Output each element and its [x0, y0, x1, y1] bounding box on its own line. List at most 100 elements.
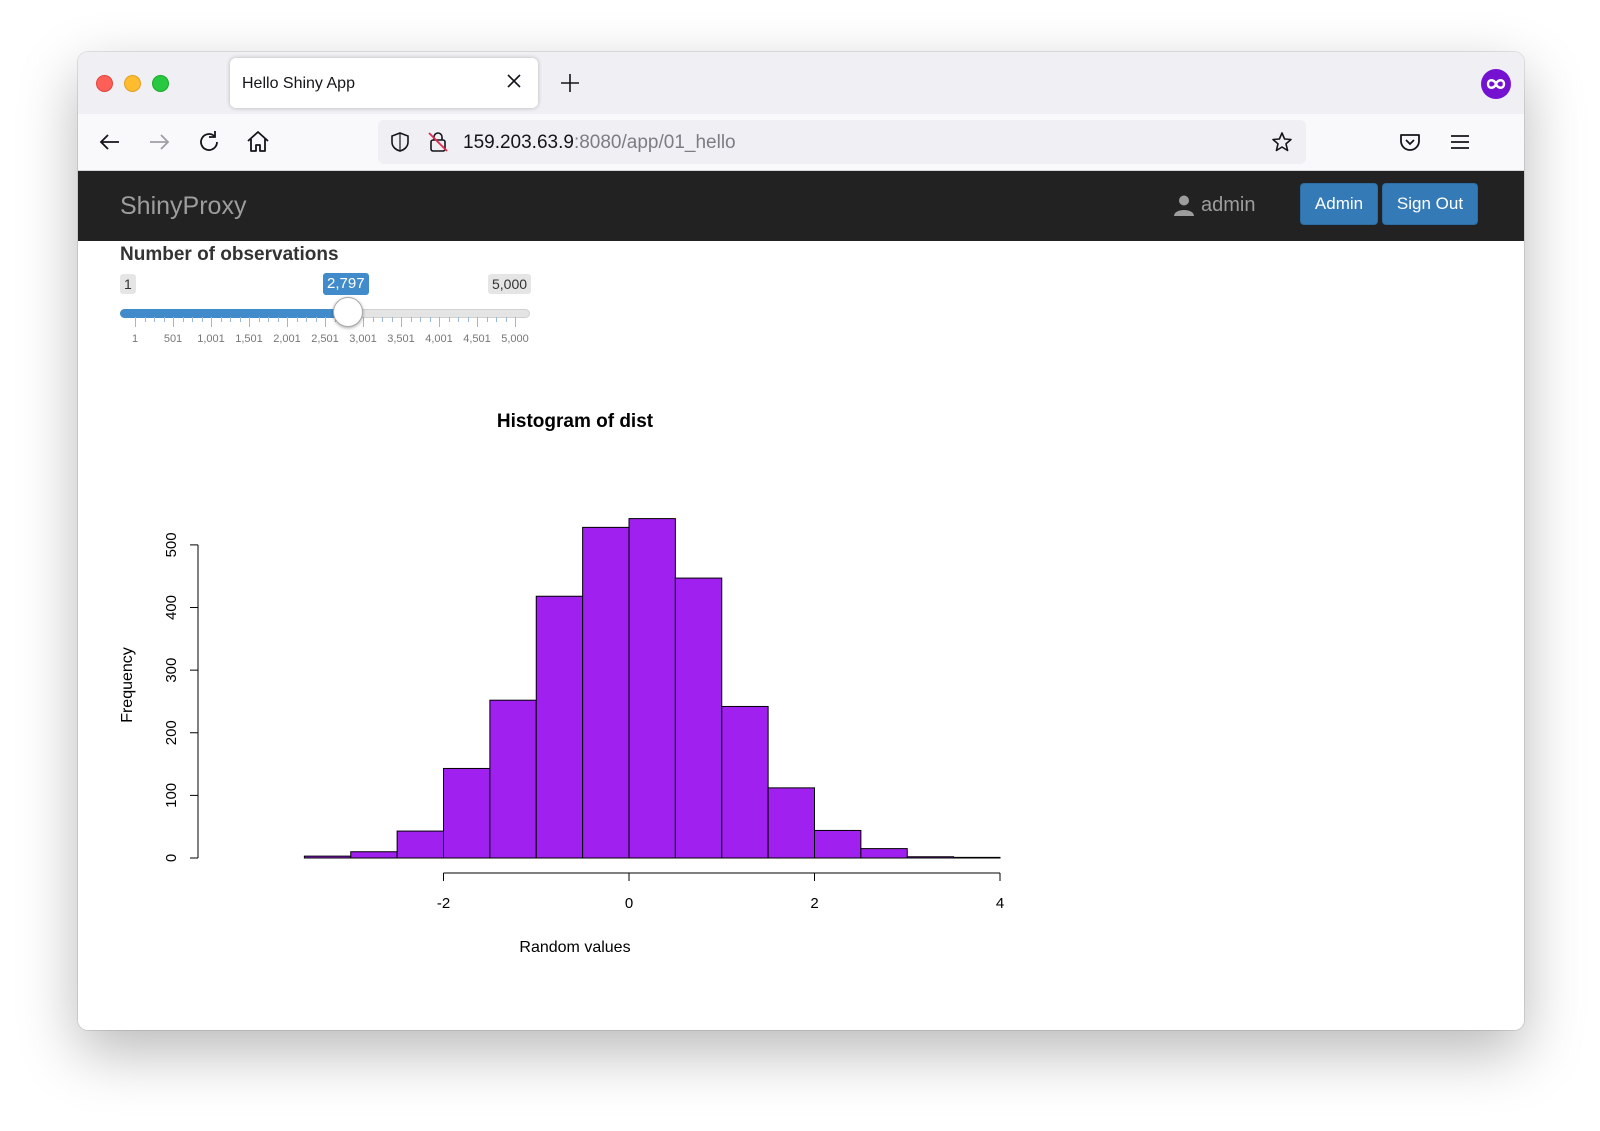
slider-minor-tick	[306, 317, 307, 322]
back-arrow-icon[interactable]	[96, 128, 124, 156]
user-name: admin	[1201, 194, 1256, 216]
slider-minor-tick	[410, 317, 412, 322]
histogram-bar	[489, 699, 537, 859]
x-tick-label: 2	[810, 895, 818, 912]
y-tick-label: 0	[163, 854, 180, 862]
slider-minor-tick	[467, 317, 469, 322]
slider-minor-tick	[182, 317, 184, 322]
slider-major-tick	[363, 317, 364, 327]
slider-tick-label: 2,001	[273, 333, 301, 345]
slider-minor-tick	[144, 317, 146, 322]
slider-minor-tick	[192, 317, 193, 322]
slider-minor-tick	[277, 317, 279, 322]
url-path: :8080/app/01_hello	[573, 132, 736, 153]
slider-minor-tick	[372, 317, 374, 322]
y-tick-label: 200	[163, 720, 180, 745]
slider-minor-tick	[258, 317, 260, 322]
chart-title: Histogram of dist	[497, 411, 654, 432]
slider-major-tick	[439, 317, 440, 327]
plus-icon[interactable]	[558, 71, 582, 95]
app-content: Number of observations 1 5,000 2,797 His…	[78, 241, 1524, 1030]
slider-minor-tick	[239, 317, 241, 322]
y-tick-label: 100	[163, 783, 180, 808]
sign-out-button[interactable]: Sign Out	[1382, 183, 1478, 225]
slider-minor-tick	[505, 317, 507, 322]
histogram-chart: Histogram of dist Random values Frequenc…	[119, 411, 1004, 956]
x-tick-label: -2	[437, 895, 450, 912]
histogram-bar	[674, 577, 723, 859]
reload-icon[interactable]	[195, 128, 223, 156]
pocket-icon[interactable]	[1396, 128, 1424, 156]
minimize-window-button[interactable]	[124, 75, 141, 92]
slider-tick-label: 5,000	[501, 333, 529, 345]
home-icon[interactable]	[244, 128, 272, 156]
tab-bar: Hello Shiny App	[78, 52, 1524, 114]
slider-minor-tick	[154, 317, 155, 322]
slider-minor-tick	[315, 317, 317, 322]
x-tick-label: 0	[625, 895, 633, 912]
bookmark-star-icon[interactable]	[1270, 130, 1294, 154]
y-tick-label: 300	[163, 658, 180, 683]
histogram-bar	[582, 526, 630, 859]
url-bar[interactable]: 159.203.63.9:8080/app/01_hello	[378, 120, 1306, 164]
slider-minor-tick	[391, 317, 393, 322]
slider-tick-label: 4,001	[425, 333, 453, 345]
slider-minor-tick	[220, 317, 222, 322]
forward-arrow-icon[interactable]	[145, 128, 173, 156]
histogram-bar	[860, 848, 908, 859]
zoom-window-button[interactable]	[152, 75, 169, 92]
slider-minor-tick	[486, 317, 488, 322]
slider-major-tick	[211, 317, 212, 327]
slider-major-tick	[173, 317, 174, 327]
slider-minor-tick	[268, 317, 269, 322]
tab-title: Hello Shiny App	[242, 75, 355, 92]
brand-link[interactable]: ShinyProxy	[120, 192, 246, 221]
browser-window: Hello Shiny App 159.203.63.9:8080/app/01…	[78, 52, 1524, 1030]
tab-hello-shiny-app[interactable]: Hello Shiny App	[230, 58, 538, 108]
histogram-bar	[350, 851, 398, 859]
slider-min-label: 1	[120, 274, 136, 294]
slider-minor-tick	[382, 317, 383, 322]
slider-value-label: 2,797	[323, 273, 369, 295]
histogram-bar	[628, 518, 676, 859]
slider-tick-label: 4,501	[463, 333, 491, 345]
slider-major-tick	[249, 317, 250, 327]
histogram-bar	[721, 705, 769, 859]
histogram-bar	[396, 830, 444, 859]
slider-max-label: 5,000	[488, 274, 532, 294]
slider-minor-tick	[230, 317, 231, 322]
close-icon[interactable]	[502, 69, 526, 93]
slider-tick-label: 3,001	[349, 333, 377, 345]
slider-minor-tick	[458, 317, 459, 322]
slider-minor-tick	[420, 317, 421, 322]
slider-minor-tick	[163, 317, 165, 322]
hamburger-menu-icon[interactable]	[1446, 128, 1474, 156]
insecure-lock-icon[interactable]	[426, 130, 450, 154]
admin-button[interactable]: Admin	[1300, 183, 1378, 225]
histogram-bar	[953, 856, 1001, 859]
slider-minor-tick	[429, 317, 431, 322]
histogram-bar	[535, 595, 584, 859]
slider-minor-tick	[496, 317, 497, 322]
shinyproxy-navbar: ShinyProxy admin Admin Sign Out	[78, 171, 1524, 241]
close-window-button[interactable]	[96, 75, 113, 92]
slider-tick-label: 1	[131, 333, 139, 345]
slider-tick-label: 2,501	[311, 333, 339, 345]
slider-handle[interactable]	[332, 297, 363, 327]
slider-major-tick	[515, 317, 516, 327]
slider-major-tick	[477, 317, 478, 327]
histogram-bar	[303, 855, 352, 859]
user-icon	[1174, 195, 1194, 216]
histogram-bar	[443, 767, 491, 859]
extension-icon[interactable]	[1480, 68, 1512, 100]
slider-tick-label: 3,501	[387, 333, 415, 345]
navigation-toolbar: 159.203.63.9:8080/app/01_hello	[78, 114, 1524, 171]
slider-label: Number of observations	[120, 244, 339, 265]
url-text[interactable]: 159.203.63.9:8080/app/01_hello	[463, 132, 736, 154]
histogram-bar	[767, 787, 815, 859]
shield-icon[interactable]	[388, 130, 412, 154]
slider-minor-tick	[296, 317, 298, 322]
histogram-bar	[906, 856, 955, 859]
x-axis-label: Random values	[519, 939, 630, 956]
slider-minor-tick	[201, 317, 203, 322]
